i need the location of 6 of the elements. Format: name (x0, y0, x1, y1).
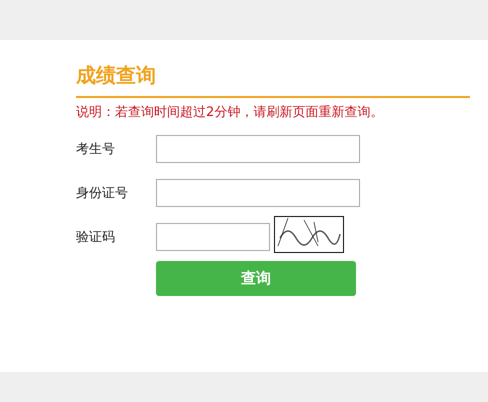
query-button[interactable]: 查询 (156, 261, 356, 296)
field-label: 验证码 (76, 229, 116, 246)
field-label: 考生号 (76, 141, 116, 158)
field-label: 身份证号 (76, 185, 129, 202)
notice-text: 说明：若查询时间超过2分钟，请刷新页面重新查询。 (76, 104, 384, 122)
page-title: 成绩查询 (76, 62, 157, 88)
